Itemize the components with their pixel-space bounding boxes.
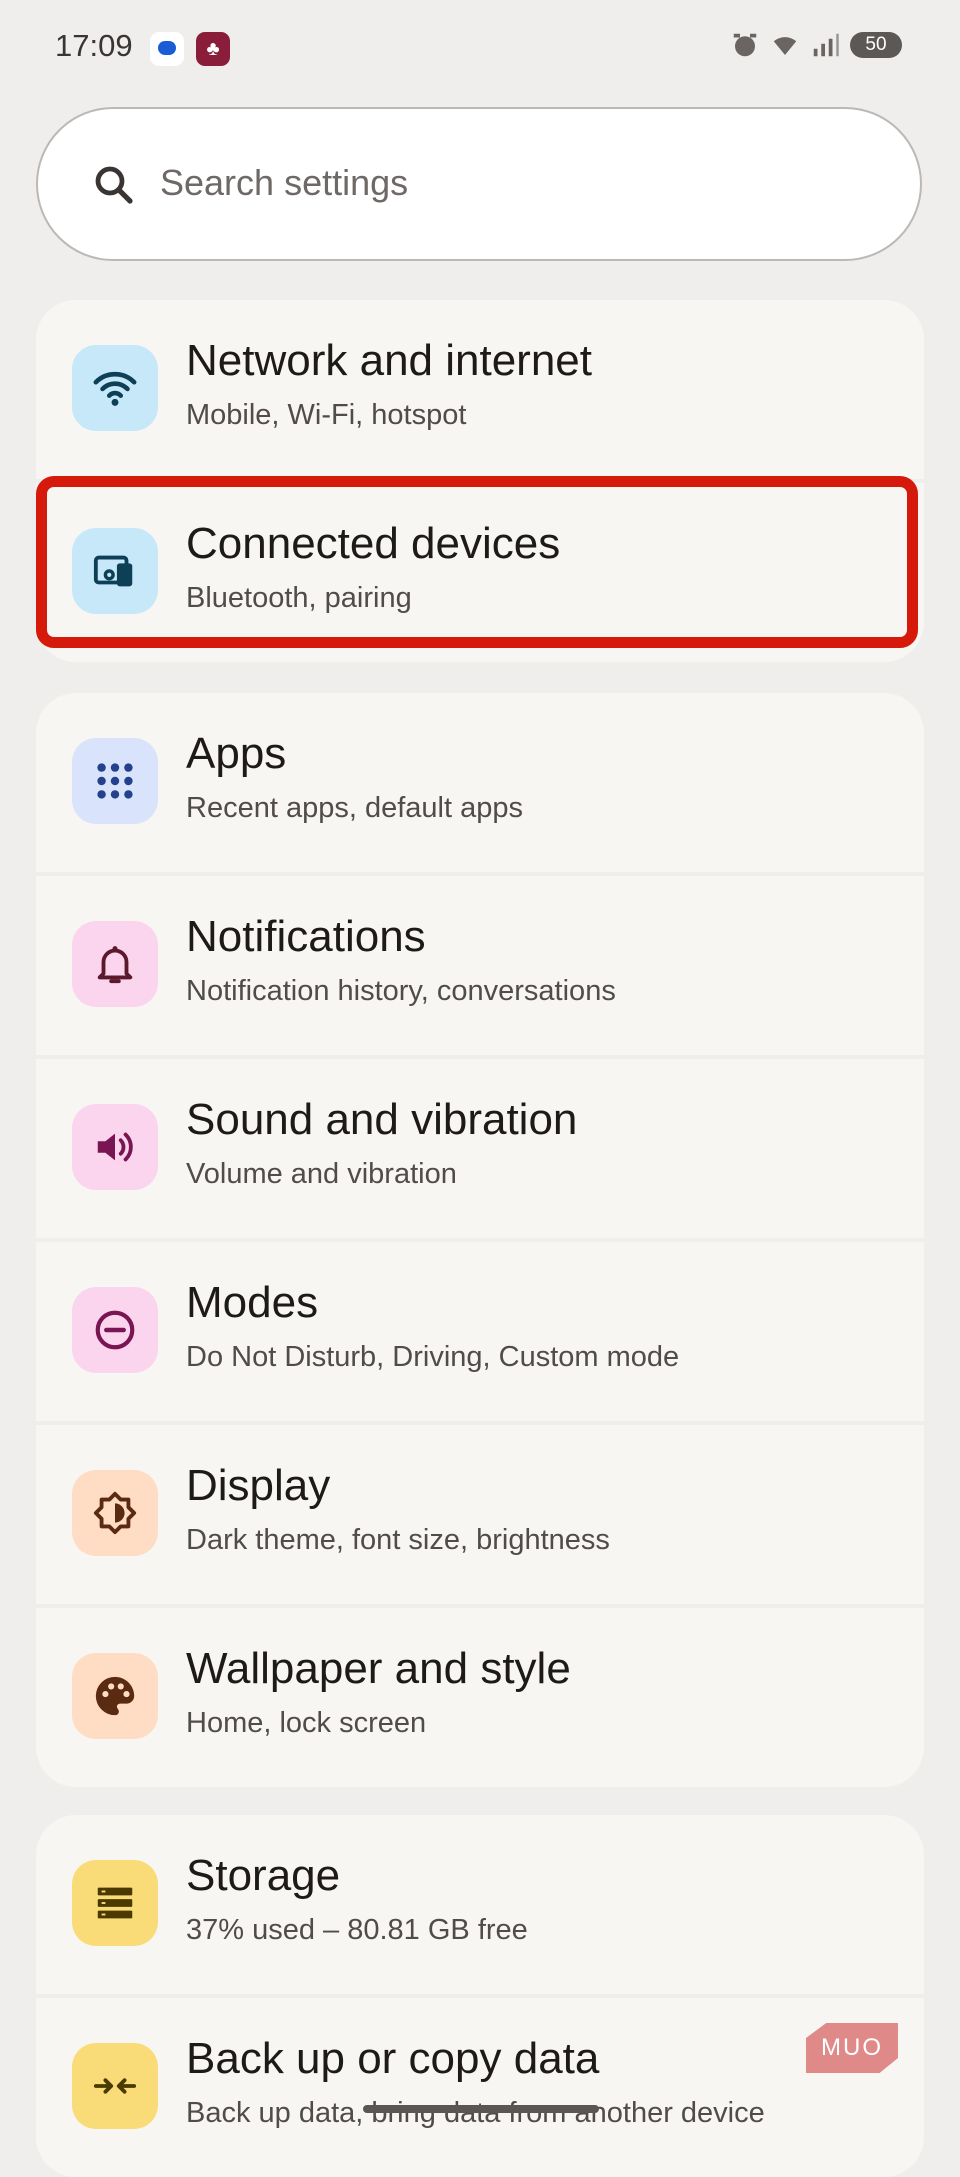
item-title: Back up or copy data xyxy=(186,2034,600,2083)
watermark-logo: MUO xyxy=(806,2023,898,2073)
palette-icon xyxy=(72,1653,158,1739)
settings-item-storage[interactable]: Storage 37% used – 80.81 GB free xyxy=(36,1815,924,1994)
status-time: 17:09 xyxy=(55,28,133,63)
item-title: Display xyxy=(186,1461,331,1510)
item-title: Notifications xyxy=(186,912,426,961)
settings-item-apps[interactable]: Apps Recent apps, default apps xyxy=(36,693,924,872)
search-icon xyxy=(95,166,133,204)
settings-item-sound[interactable]: Sound and vibration Volume and vibration xyxy=(36,1059,924,1238)
gesture-bar[interactable] xyxy=(363,2105,599,2113)
settings-item-display[interactable]: Display Dark theme, font size, brightnes… xyxy=(36,1425,924,1604)
do-not-disturb-icon xyxy=(72,1287,158,1373)
messages-icon xyxy=(150,32,184,66)
item-title: Connected devices xyxy=(186,519,561,568)
search-bar[interactable]: Search settings xyxy=(36,107,922,261)
wifi-icon xyxy=(773,37,797,55)
settings-group-personalization: Apps Recent apps, default apps Notificat… xyxy=(36,693,924,1787)
connected-devices-icon xyxy=(72,528,158,614)
item-subtitle: Volume and vibration xyxy=(186,1158,457,1190)
item-title: Sound and vibration xyxy=(186,1095,578,1144)
speaker-icon xyxy=(72,1104,158,1190)
item-subtitle: Recent apps, default apps xyxy=(186,792,523,824)
settings-group-system: Storage 37% used – 80.81 GB free Back up… xyxy=(36,1815,924,2177)
item-subtitle: Mobile, Wi-Fi, hotspot xyxy=(186,399,467,431)
item-subtitle: Home, lock screen xyxy=(186,1707,427,1739)
settings-item-notifications[interactable]: Notifications Notification history, conv… xyxy=(36,876,924,1055)
settings-group-connectivity: Network and internet Mobile, Wi-Fi, hots… xyxy=(36,300,924,662)
settings-item-wallpaper[interactable]: Wallpaper and style Home, lock screen xyxy=(36,1608,924,1787)
brightness-icon xyxy=(72,1470,158,1556)
status-icons: 50 xyxy=(730,30,902,60)
item-subtitle: Do Not Disturb, Driving, Custom mode xyxy=(186,1341,680,1373)
wifi-icon xyxy=(72,345,158,431)
signal-icon xyxy=(813,33,839,57)
bell-icon xyxy=(72,921,158,1007)
search-placeholder: Search settings xyxy=(160,162,409,203)
battery-icon: 50 xyxy=(850,32,902,58)
item-title: Modes xyxy=(186,1278,319,1327)
settings-item-network[interactable]: Network and internet Mobile, Wi-Fi, hots… xyxy=(36,300,924,479)
app-icon: ♣ xyxy=(196,32,230,66)
apps-grid-icon xyxy=(72,738,158,824)
alarm-icon xyxy=(733,33,757,57)
item-subtitle: Dark theme, font size, brightness xyxy=(186,1524,610,1556)
item-subtitle: Bluetooth, pairing xyxy=(186,582,412,614)
item-title: Wallpaper and style xyxy=(186,1644,571,1693)
settings-item-backup[interactable]: Back up or copy data Back up data, bring… xyxy=(36,1998,924,2177)
settings-item-connected-devices[interactable]: Connected devices Bluetooth, pairing xyxy=(36,483,924,662)
item-title: Storage xyxy=(186,1851,341,1900)
settings-item-modes[interactable]: Modes Do Not Disturb, Driving, Custom mo… xyxy=(36,1242,924,1421)
status-bar: 17:09 ♣ 50 xyxy=(0,0,960,96)
item-subtitle: Back up data, bring data from another de… xyxy=(186,2097,765,2129)
backup-icon xyxy=(72,2043,158,2129)
item-subtitle: 37% used – 80.81 GB free xyxy=(186,1914,528,1946)
item-title: Network and internet xyxy=(186,336,592,385)
item-title: Apps xyxy=(186,729,287,778)
storage-icon xyxy=(72,1860,158,1946)
item-subtitle: Notification history, conversations xyxy=(186,975,616,1007)
